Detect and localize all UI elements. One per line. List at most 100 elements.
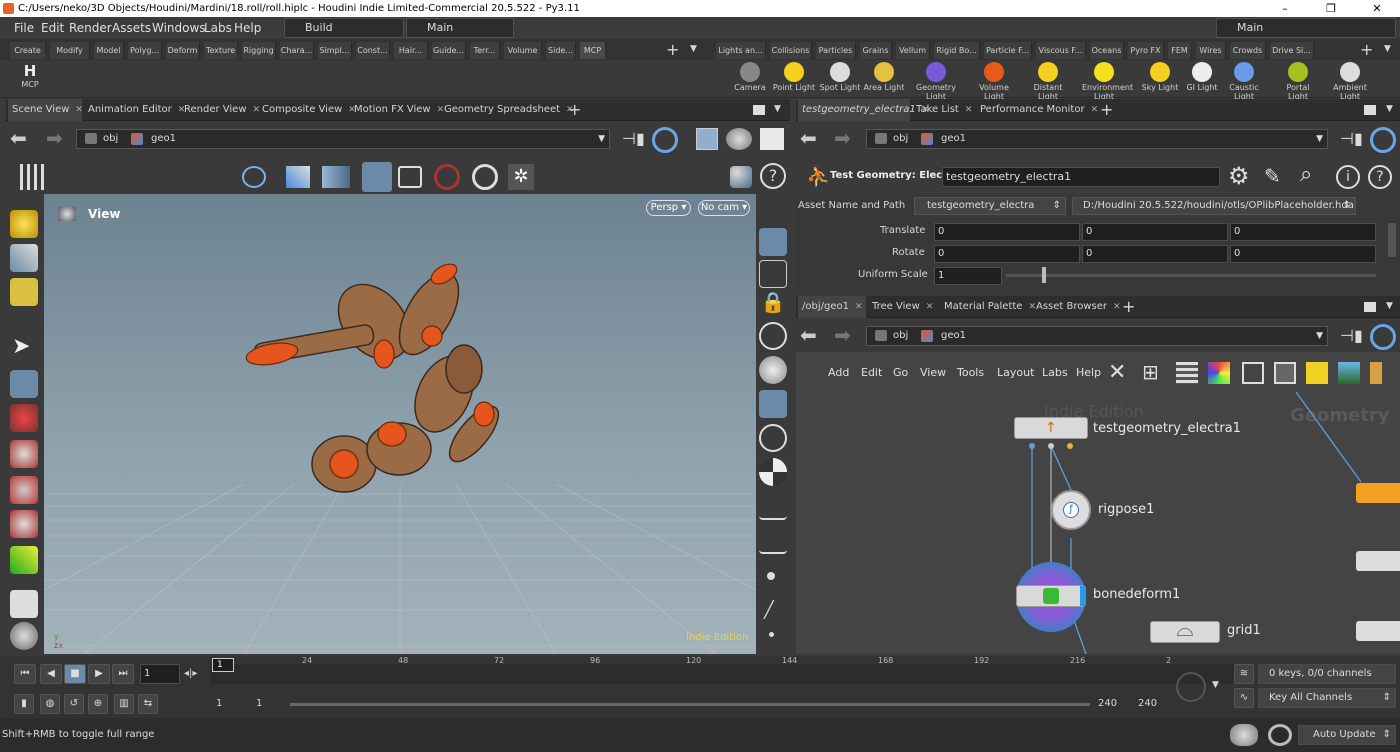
grid-menu-icon[interactable] bbox=[20, 164, 46, 190]
reference-plane-icon[interactable] bbox=[759, 260, 787, 288]
shelf-tab-left-13[interactable]: Volume bbox=[504, 42, 542, 59]
network-path-field[interactable]: obj geo1 ▼ bbox=[866, 326, 1328, 346]
network-tab-2[interactable]: Material Palette ✕ bbox=[940, 296, 1036, 318]
shelf-tab-right-8[interactable]: Oceans bbox=[1090, 42, 1124, 59]
shelf-tab-left-9[interactable]: Const... bbox=[356, 42, 390, 59]
network-tab-close-icon-3[interactable]: ✕ bbox=[1113, 302, 1121, 312]
right-context-select[interactable]: Main bbox=[1216, 18, 1396, 38]
menu-labs[interactable]: Labs bbox=[204, 21, 232, 35]
back-arrow-icon[interactable]: ⬅ bbox=[10, 126, 27, 150]
node-name-field[interactable]: testgeometry_electra1 bbox=[942, 167, 1220, 187]
audio-icon[interactable]: ◍ bbox=[40, 694, 60, 714]
rotate-z-field[interactable]: 0 bbox=[1230, 245, 1376, 263]
param-gear-icon[interactable]: ⚙ bbox=[1228, 162, 1250, 190]
network-pin-icon[interactable]: ⊣▮ bbox=[1340, 326, 1364, 346]
param-edit-icon[interactable]: ✎ bbox=[1264, 164, 1281, 188]
camera-reel-icon[interactable] bbox=[10, 622, 38, 650]
visibility-eye-icon[interactable] bbox=[759, 492, 787, 520]
options-icon[interactable]: ⊕ bbox=[88, 694, 108, 714]
notes-tool-icon[interactable] bbox=[10, 590, 38, 618]
lock-camera-icon[interactable]: 🔒 bbox=[759, 290, 787, 318]
menu-file[interactable]: File bbox=[14, 21, 34, 35]
context-select[interactable]: Main bbox=[406, 18, 514, 38]
param-path-field[interactable]: obj geo1 ▼ bbox=[866, 129, 1328, 149]
shelf-tab-right-11[interactable]: Wires bbox=[1196, 42, 1226, 59]
scene-viewport[interactable]: View Persp ▾ No cam ▾ Indie Edition y zx bbox=[44, 194, 756, 654]
settings-gear-icon[interactable]: ✲ bbox=[508, 164, 534, 190]
network-pane-maximize-icon[interactable] bbox=[1364, 302, 1376, 312]
snapshot-icon[interactable] bbox=[398, 166, 422, 188]
scene-tab-1[interactable]: Animation Editor ✕ bbox=[84, 99, 185, 121]
pane-maximize-icon[interactable] bbox=[753, 105, 765, 115]
shelf-tab-left-8[interactable]: Simpl... bbox=[318, 42, 352, 59]
shelf-tab-left-5[interactable]: Texture bbox=[204, 42, 238, 59]
orbit-tool-icon[interactable] bbox=[242, 166, 266, 188]
param-pane-menu-icon[interactable]: ▼ bbox=[1386, 104, 1393, 114]
shelf-tab-right-0[interactable]: Lights an... bbox=[716, 42, 766, 59]
desktop-select[interactable]: Build bbox=[284, 18, 404, 38]
menu-windows[interactable]: Windows bbox=[152, 21, 206, 35]
param-tab-2[interactable]: Performance Monitor ✕ bbox=[976, 99, 1098, 121]
add-pane-tab-icon[interactable]: + bbox=[568, 100, 581, 119]
pin-icon[interactable]: ⊣▮ bbox=[622, 129, 646, 149]
shelf-tab-left-10[interactable]: Hair... bbox=[394, 42, 428, 59]
shelf-tool-9[interactable]: GI Light bbox=[1180, 62, 1224, 92]
texture-checker-icon[interactable] bbox=[759, 458, 787, 486]
output-port-2[interactable] bbox=[1048, 443, 1054, 449]
range-end[interactable]: 240 bbox=[1098, 698, 1117, 709]
shelf-tool-10[interactable]: Caustic Light bbox=[1222, 62, 1266, 101]
primitive-select-icon[interactable] bbox=[10, 210, 38, 238]
point-select-icon[interactable] bbox=[10, 244, 38, 272]
key-dial-icon[interactable] bbox=[1176, 672, 1206, 702]
camera-menu[interactable]: No cam ▾ bbox=[698, 200, 750, 216]
start-frame[interactable]: 1 bbox=[216, 698, 222, 709]
add-shelf-tab-right-icon[interactable]: + bbox=[1360, 40, 1373, 59]
display-cube-icon[interactable] bbox=[696, 128, 718, 150]
key-menu-chevron-icon[interactable]: ▼ bbox=[1212, 680, 1219, 690]
view-tool-icon[interactable] bbox=[362, 162, 392, 192]
brain-icon[interactable] bbox=[1230, 724, 1258, 746]
shelf-tool-6[interactable]: Distant Light bbox=[1026, 62, 1070, 101]
refresh-icon[interactable] bbox=[1268, 724, 1292, 746]
display-options-icon[interactable] bbox=[730, 166, 752, 188]
key-all-channels-select[interactable]: Key All Channels ⇕ bbox=[1258, 688, 1396, 708]
add-shelf-tab-icon[interactable]: + bbox=[666, 40, 679, 59]
asset-path-select[interactable]: D:/Houdini 20.5.522/houdini/otls/OPlibPl… bbox=[1072, 197, 1356, 215]
shelf-tool-3[interactable]: Area Light bbox=[862, 62, 906, 92]
shelf-tab-right-5[interactable]: Rigid Bo... bbox=[934, 42, 980, 59]
network-pane-menu-icon[interactable]: ▼ bbox=[1386, 301, 1393, 311]
object-select-icon[interactable] bbox=[10, 278, 38, 306]
menu-assets[interactable]: Assets bbox=[112, 21, 151, 35]
scope-icon[interactable]: ⇆ bbox=[138, 694, 158, 714]
offscreen-node-2[interactable] bbox=[1356, 551, 1400, 571]
shelf-tab-left-7[interactable]: Chara... bbox=[280, 42, 314, 59]
persp-menu[interactable]: Persp ▾ bbox=[646, 200, 691, 216]
shelf-tab-left-12[interactable]: Terr... bbox=[470, 42, 500, 59]
param-help-icon[interactable]: ? bbox=[1368, 165, 1392, 189]
output-port-1[interactable] bbox=[1029, 443, 1035, 449]
range-slider[interactable] bbox=[290, 703, 1090, 706]
play-icon[interactable]: ▶ bbox=[88, 664, 110, 684]
range-start[interactable]: 1 bbox=[256, 698, 262, 709]
asset-name-select[interactable]: testgeometry_electra ⇕ bbox=[914, 197, 1066, 215]
shading-sphere-icon[interactable] bbox=[726, 128, 752, 150]
scene-path-field[interactable]: obj geo1 ▼ bbox=[76, 129, 610, 149]
scene-tab-0[interactable]: Scene View ✕ bbox=[8, 99, 83, 121]
shelf-tool-mcp[interactable]: H MCP bbox=[8, 62, 52, 89]
timeline-slider[interactable]: 1 bbox=[210, 658, 1244, 684]
network-tab-1[interactable]: Tree View ✕ bbox=[868, 296, 938, 318]
shelf-menu-chevron-icon[interactable]: ▼ bbox=[690, 44, 697, 54]
frame-marker[interactable]: 1 bbox=[212, 658, 234, 672]
shelf-tool-8[interactable]: Sky Light bbox=[1138, 62, 1182, 92]
minimize-button[interactable]: – bbox=[1262, 0, 1308, 17]
param-scrollbar[interactable] bbox=[1388, 223, 1396, 257]
headlight-icon[interactable] bbox=[759, 424, 787, 452]
shelf-tab-right-3[interactable]: Grains bbox=[860, 42, 892, 59]
param-search-icon[interactable]: ⌕ bbox=[1300, 162, 1312, 187]
stop-icon[interactable]: ■ bbox=[64, 664, 86, 684]
network-link-icon[interactable] bbox=[1370, 324, 1396, 350]
shelf-tab-left-14[interactable]: Side... bbox=[546, 42, 576, 59]
record-disabled-icon[interactable] bbox=[434, 164, 460, 190]
param-tab-close-icon-1[interactable]: ✕ bbox=[965, 105, 973, 115]
menu-edit[interactable]: Edit bbox=[41, 21, 64, 35]
